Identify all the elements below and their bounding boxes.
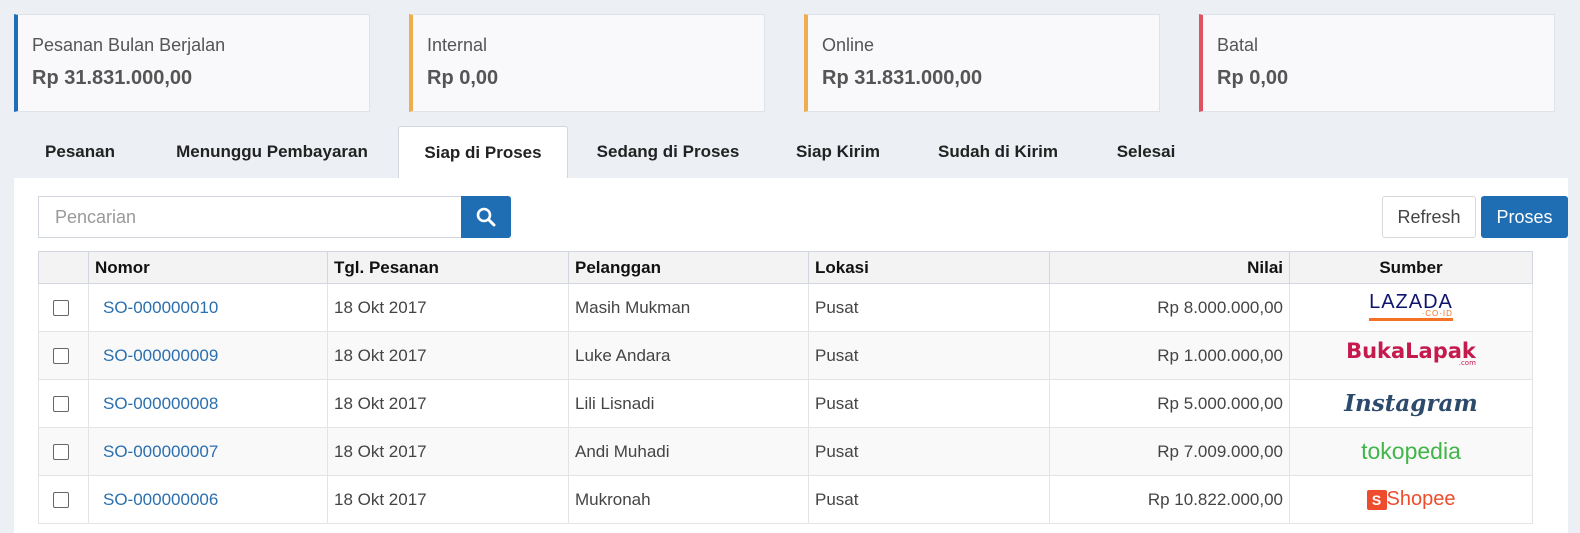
row-checkbox[interactable] [53,492,69,509]
card-label: Online [822,35,875,55]
row-checkbox[interactable] [53,300,69,317]
proses-button[interactable]: Proses [1481,196,1568,238]
header-nomor[interactable]: Nomor [88,251,328,284]
table-row: SO-000000007 18 Okt 2017 Andi Muhadi Pus… [38,427,1533,476]
order-value: Rp 8.000.000,00 [1049,283,1290,332]
header-tgl-pesanan[interactable]: Tgl. Pesanan [327,251,569,284]
row-checkbox[interactable] [53,444,69,461]
order-number-link[interactable]: SO-000000006 [95,490,218,509]
order-value: Rp 7.009.000,00 [1049,427,1290,476]
table-header-row: Nomor Tgl. Pesanan Pelanggan Lokasi Nila… [38,251,1533,284]
lazada-logo: LAZADA ·CO·ID [1369,292,1453,321]
tab-menunggu-pembayaran[interactable]: Menunggu Pembayaran [154,126,390,178]
location: Pusat [808,427,1050,476]
location: Pusat [808,379,1050,428]
table-row: SO-000000006 18 Okt 2017 Mukronah Pusat … [38,475,1533,524]
tab-siap-kirim[interactable]: Siap Kirim [774,126,902,178]
location: Pusat [808,331,1050,380]
tab-pesanan[interactable]: Pesanan [14,126,146,178]
shopee-logo: S Shopee [1366,488,1455,511]
search-input[interactable] [39,197,461,237]
header-nilai[interactable]: Nilai [1049,251,1290,284]
card-value: Rp 0,00 [1217,67,1289,89]
table-row: SO-000000008 18 Okt 2017 Lili Lisnadi Pu… [38,379,1533,428]
orders-panel: Refresh Proses Nomor Tgl. Pesanan Pelang… [14,178,1568,533]
order-date: 18 Okt 2017 [327,331,569,380]
source-cell: S Shopee [1289,475,1533,524]
summary-cards: Pesanan Bulan Berjalan Rp 31.831.000,00 … [14,14,1566,112]
source-cell: Instagram [1289,379,1533,428]
order-value: Rp 1.000.000,00 [1049,331,1290,380]
location: Pusat [808,475,1050,524]
card-value: Rp 0,00 [427,67,499,89]
header-pelanggan[interactable]: Pelanggan [568,251,809,284]
table-row: SO-000000009 18 Okt 2017 Luke Andara Pus… [38,331,1533,380]
order-status-tabs: Pesanan Menunggu Pembayaran Siap di Pros… [14,126,1568,180]
tab-siap-di-proses[interactable]: Siap di Proses [398,126,568,180]
search-box [38,196,462,238]
instagram-logo: Instagram [1344,390,1478,417]
row-checkbox-cell [38,283,89,332]
tab-sudah-di-kirim[interactable]: Sudah di Kirim [916,126,1080,178]
customer-name: Lili Lisnadi [568,379,809,428]
header-select [38,251,89,284]
summary-card-batal: Batal Rp 0,00 [1199,14,1555,112]
customer-name: Masih Mukman [568,283,809,332]
order-number-link[interactable]: SO-000000010 [95,298,218,317]
card-label: Batal [1217,35,1259,55]
order-date: 18 Okt 2017 [327,379,569,428]
row-checkbox[interactable] [53,348,69,365]
bukalapak-logo: BukaLapak .com [1346,338,1476,367]
source-cell: tokopedia [1289,427,1533,476]
tab-selesai[interactable]: Selesai [1096,126,1196,178]
row-checkbox-cell [38,475,89,524]
order-number-link[interactable]: SO-000000008 [95,394,218,413]
orders-table: Nomor Tgl. Pesanan Pelanggan Lokasi Nila… [38,251,1533,524]
card-value: Rp 31.831.000,00 [32,67,193,89]
order-number-link[interactable]: SO-000000007 [95,442,218,461]
order-value: Rp 10.822.000,00 [1049,475,1290,524]
order-date: 18 Okt 2017 [327,283,569,332]
refresh-button[interactable]: Refresh [1382,196,1476,238]
row-checkbox-cell [38,427,89,476]
source-cell: BukaLapak .com [1289,331,1533,380]
row-checkbox[interactable] [53,396,69,413]
order-date: 18 Okt 2017 [327,427,569,476]
location: Pusat [808,283,1050,332]
summary-card-online: Online Rp 31.831.000,00 [804,14,1160,112]
shopee-bag-icon: S [1366,489,1387,510]
table-row: SO-000000010 18 Okt 2017 Masih Mukman Pu… [38,283,1533,332]
tab-sedang-di-proses[interactable]: Sedang di Proses [574,126,762,178]
summary-card-pesanan-bulan-berjalan: Pesanan Bulan Berjalan Rp 31.831.000,00 [14,14,370,112]
row-checkbox-cell [38,331,89,380]
customer-name: Luke Andara [568,331,809,380]
tokopedia-logo: tokopedia [1361,438,1461,464]
header-sumber[interactable]: Sumber [1289,251,1533,284]
card-label: Internal [427,35,488,55]
row-checkbox-cell [38,379,89,428]
order-value: Rp 5.000.000,00 [1049,379,1290,428]
search-icon [476,207,496,227]
search-button[interactable] [461,196,511,238]
customer-name: Andi Muhadi [568,427,809,476]
card-value: Rp 31.831.000,00 [822,67,983,89]
customer-name: Mukronah [568,475,809,524]
order-number-link[interactable]: SO-000000009 [95,346,218,365]
header-lokasi[interactable]: Lokasi [808,251,1050,284]
summary-card-internal: Internal Rp 0,00 [409,14,765,112]
card-label: Pesanan Bulan Berjalan [32,35,226,55]
order-date: 18 Okt 2017 [327,475,569,524]
source-cell: LAZADA ·CO·ID [1289,283,1533,332]
